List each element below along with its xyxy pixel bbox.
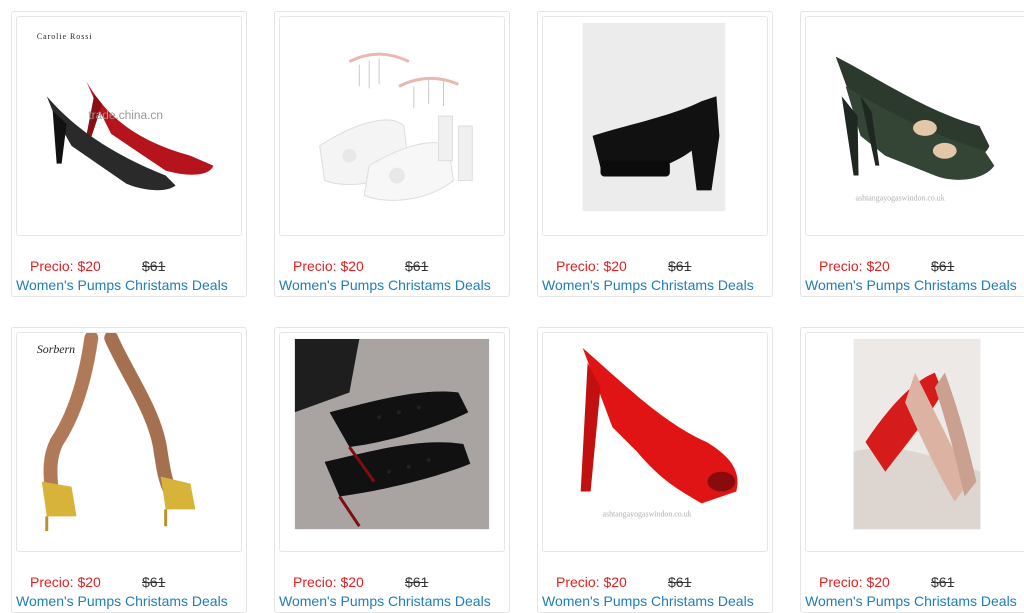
black-spiked-pumps-image — [294, 338, 490, 530]
product-card[interactable]: Precio: $20 $61 Women's Pumps Christams … — [800, 327, 1024, 613]
green-snakeskin-pumps-image: ashtangayogaswindon.co.uk — [835, 56, 995, 202]
sale-price: Precio: $20 — [293, 574, 364, 590]
image-watermark: ashtangayogaswindon.co.uk — [602, 509, 691, 518]
product-image[interactable] — [279, 332, 505, 552]
sale-price: Precio: $20 — [819, 574, 890, 590]
sale-price: Precio: $20 — [556, 574, 627, 590]
product-title-link[interactable]: Women's Pumps Christams Deals — [279, 593, 491, 609]
original-price: $61 — [142, 258, 166, 274]
image-watermark: trade.china.cn — [88, 108, 163, 122]
original-price: $61 — [931, 258, 955, 274]
yellow-strappy-sandals-image: Sorbern — [37, 333, 196, 532]
product-card[interactable]: Precio: $20 $61 Women's Pumps Christams … — [274, 11, 510, 297]
image-watermark: ashtangayogaswindon.co.uk — [856, 193, 945, 202]
product-image[interactable]: Carolie Rossi trade.china.cn — [16, 16, 242, 236]
red-peep-toe-pump-image: ashtangayogaswindon.co.uk — [580, 347, 738, 518]
product-title-link[interactable]: Women's Pumps Christams Deals — [279, 277, 491, 293]
black-red-pumps-image: Carolie Rossi trade.china.cn — [37, 32, 214, 191]
white-bridal-heels-image — [280, 17, 504, 235]
original-price: $61 — [405, 258, 429, 274]
black-platform-pump-image — [543, 17, 767, 235]
product-image[interactable] — [279, 16, 505, 236]
product-image[interactable] — [542, 16, 768, 236]
sale-price: Precio: $20 — [30, 258, 101, 274]
product-card[interactable]: Carolie Rossi trade.china.cn Precio: $20… — [11, 11, 247, 297]
product-title-link[interactable]: Women's Pumps Christams Deals — [16, 593, 228, 609]
original-price: $61 — [668, 574, 692, 590]
original-price: $61 — [142, 574, 166, 590]
product-image[interactable]: ashtangayogaswindon.co.uk — [542, 332, 768, 552]
product-title-link[interactable]: Women's Pumps Christams Deals — [16, 277, 228, 293]
brand-logo: Carolie Rossi — [37, 32, 93, 41]
sale-price: Precio: $20 — [293, 258, 364, 274]
product-grid: Carolie Rossi trade.china.cn Precio: $20… — [0, 0, 1024, 613]
product-image[interactable] — [805, 332, 1024, 552]
original-price: $61 — [668, 258, 692, 274]
product-card[interactable]: Precio: $20 $61 Women's Pumps Christams … — [537, 11, 773, 297]
product-card[interactable]: ashtangayogaswindon.co.uk Precio: $20 $6… — [800, 11, 1024, 297]
product-image[interactable]: Sorbern — [16, 332, 242, 552]
product-card[interactable]: ashtangayogaswindon.co.uk Precio: $20 $6… — [537, 327, 773, 613]
brand-logo: Sorbern — [37, 342, 75, 356]
product-title-link[interactable]: Women's Pumps Christams Deals — [805, 277, 1017, 293]
product-title-link[interactable]: Women's Pumps Christams Deals — [805, 593, 1017, 609]
nude-red-sole-pumps-image — [853, 338, 981, 530]
product-image[interactable]: ashtangayogaswindon.co.uk — [805, 16, 1024, 236]
original-price: $61 — [405, 574, 429, 590]
original-price: $61 — [931, 574, 955, 590]
product-title-link[interactable]: Women's Pumps Christams Deals — [542, 593, 754, 609]
sale-price: Precio: $20 — [819, 258, 890, 274]
sale-price: Precio: $20 — [556, 258, 627, 274]
product-card[interactable]: Precio: $20 $61 Women's Pumps Christams … — [274, 327, 510, 613]
product-card[interactable]: Sorbern Precio: $20 $61 Women's Pumps Ch… — [11, 327, 247, 613]
product-title-link[interactable]: Women's Pumps Christams Deals — [542, 277, 754, 293]
sale-price: Precio: $20 — [30, 574, 101, 590]
